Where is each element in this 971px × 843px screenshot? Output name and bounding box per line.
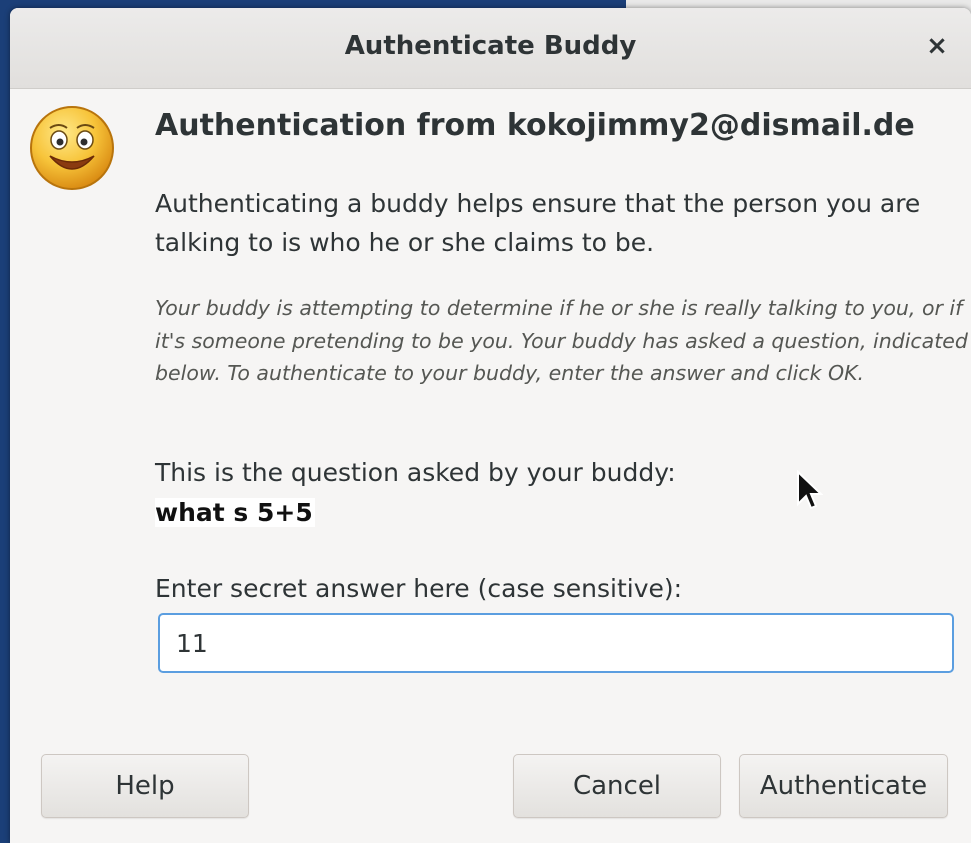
dialog-title: Authenticate Buddy xyxy=(344,31,637,61)
question-label: This is the question asked by your buddy… xyxy=(155,458,676,487)
answer-label: Enter secret answer here (case sensitive… xyxy=(155,574,683,603)
buddy-question: what s 5+5 xyxy=(155,498,315,527)
titlebar[interactable]: Authenticate Buddy × xyxy=(10,8,971,89)
auth-instructions: Your buddy is attempting to determine if… xyxy=(155,296,968,385)
secret-answer-input[interactable] xyxy=(158,613,954,673)
help-button[interactable]: Help xyxy=(41,754,249,818)
auth-description: Authenticating a buddy helps ensure that… xyxy=(155,189,921,257)
smiley-face-icon xyxy=(30,106,114,190)
cancel-button[interactable]: Cancel xyxy=(513,754,721,818)
close-icon[interactable]: × xyxy=(919,28,955,64)
authenticate-button[interactable]: Authenticate xyxy=(739,754,948,818)
mouse-cursor-icon xyxy=(797,470,823,510)
auth-heading: Authentication from kokojimmy2@dismail.d… xyxy=(155,108,915,143)
authenticate-buddy-dialog: Authenticate Buddy × Authentication from… xyxy=(10,8,971,843)
